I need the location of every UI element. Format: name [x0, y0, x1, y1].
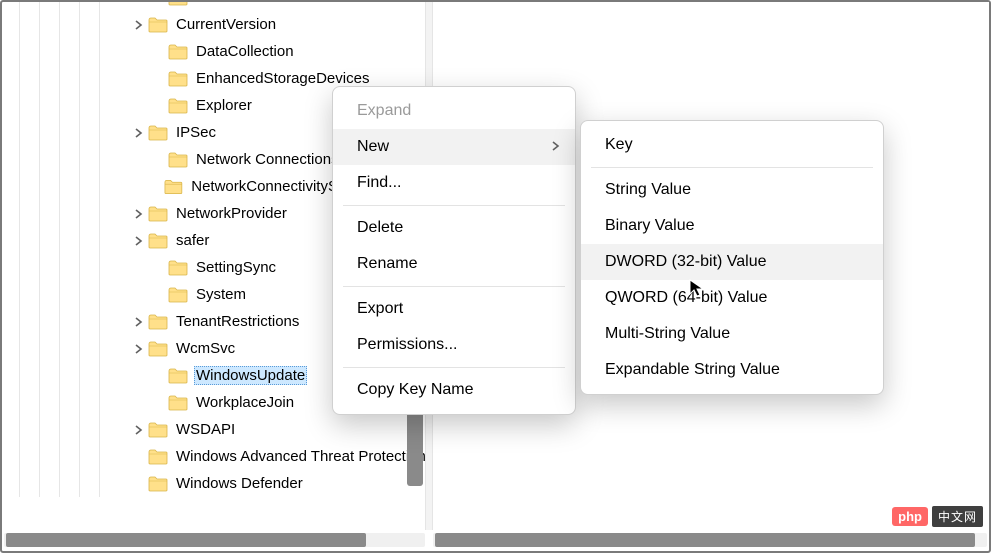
tree-item[interactable]: Windows Advanced Threat Protection [10, 443, 425, 470]
menu-item[interactable]: New [333, 129, 575, 165]
tree-horizontal-scrollbar[interactable] [4, 531, 425, 549]
menu-item-label: Expand [357, 102, 411, 120]
menu-item-label: New [357, 138, 389, 156]
menu-separator [343, 205, 565, 206]
submenu-item[interactable]: Binary Value [581, 208, 883, 244]
tree-item-label: safer [174, 231, 211, 250]
tree-vertical-scrollbar-thumb[interactable] [407, 410, 423, 486]
tree-item-label: Windows Defender [174, 474, 305, 493]
folder-icon [168, 395, 188, 411]
folder-icon [168, 368, 188, 384]
tree-item-label: BITS [194, 2, 231, 7]
submenu-item-label: Binary Value [605, 217, 695, 235]
horizontal-scrollbars [4, 531, 987, 549]
folder-icon [168, 2, 188, 6]
folder-icon [148, 422, 168, 438]
tree-item-label: WorkplaceJoin [194, 393, 296, 412]
context-menu[interactable]: Expand New Find... Delete Rename Export Permis… [332, 86, 576, 415]
watermark: php 中文网 [892, 506, 983, 527]
expander-icon[interactable] [130, 308, 148, 335]
submenu-item[interactable]: Multi-String Value [581, 316, 883, 352]
folder-icon [148, 17, 168, 33]
tree-item-label: NetworkProvider [174, 204, 289, 223]
menu-item-label: Delete [357, 219, 403, 237]
folder-icon [168, 44, 188, 60]
watermark-a: php [892, 507, 928, 526]
folder-icon [148, 449, 168, 465]
context-submenu-new[interactable]: Key String Value Binary Value DWORD (32-bit… [580, 120, 884, 395]
tree-item-label: IPSec [174, 123, 218, 142]
folder-icon [148, 341, 168, 357]
values-horizontal-scrollbar[interactable] [433, 531, 987, 549]
folder-icon [168, 260, 188, 276]
menu-item-label: Rename [357, 255, 417, 273]
tree-item-label: TenantRestrictions [174, 312, 301, 331]
tree-item[interactable]: CurrentVersion [10, 11, 425, 38]
menu-item[interactable]: Delete [333, 210, 575, 246]
folder-icon [168, 71, 188, 87]
menu-item-label: Export [357, 300, 403, 318]
menu-item-label: Permissions... [357, 336, 457, 354]
values-horizontal-scrollbar-thumb[interactable] [435, 533, 975, 547]
expander-icon[interactable] [130, 200, 148, 227]
tree-item-label: WcmSvc [174, 339, 237, 358]
watermark-b: 中文网 [932, 506, 983, 527]
submenu-item-label: DWORD (32-bit) Value [605, 253, 767, 271]
submenu-item[interactable]: Key [581, 127, 883, 163]
menu-item[interactable]: Find... [333, 165, 575, 201]
registry-editor-window: BITSCurrentVersionDataCollectionEnhanced… [0, 0, 991, 553]
expander-icon[interactable] [130, 335, 148, 362]
expander-icon[interactable] [130, 416, 148, 443]
submenu-item[interactable]: DWORD (32-bit) Value [581, 244, 883, 280]
tree-item-label: CurrentVersion [174, 15, 278, 34]
menu-item: Expand [333, 93, 575, 129]
tree-item-label: System [194, 285, 248, 304]
tree-item-label: WindowsUpdate [194, 366, 307, 385]
submenu-item[interactable]: String Value [581, 172, 883, 208]
folder-icon [148, 125, 168, 141]
tree-item[interactable]: WSDAPI [10, 416, 425, 443]
menu-item-label: Copy Key Name [357, 381, 474, 399]
tree-item[interactable]: BITS [10, 2, 425, 11]
expander-icon[interactable] [130, 119, 148, 146]
folder-icon [148, 233, 168, 249]
folder-icon [164, 179, 183, 195]
menu-item-label: Find... [357, 174, 401, 192]
submenu-item-label: Expandable String Value [605, 361, 780, 379]
chevron-right-icon [551, 138, 561, 156]
mouse-cursor-icon [688, 278, 708, 298]
submenu-item[interactable]: QWORD (64-bit) Value [581, 280, 883, 316]
tree-item-label: DataCollection [194, 42, 296, 61]
submenu-item-label: String Value [605, 181, 691, 199]
menu-item[interactable]: Rename [333, 246, 575, 282]
menu-item[interactable]: Export [333, 291, 575, 327]
menu-separator [343, 286, 565, 287]
tree-item-label: SettingSync [194, 258, 278, 277]
folder-icon [148, 476, 168, 492]
submenu-item-label: Key [605, 136, 633, 154]
folder-icon [168, 287, 188, 303]
menu-separator [591, 167, 873, 168]
expander-icon[interactable] [130, 11, 148, 38]
tree-item[interactable]: Windows Defender [10, 470, 425, 497]
submenu-item[interactable]: Expandable String Value [581, 352, 883, 388]
menu-separator [343, 367, 565, 368]
tree-item-label: Explorer [194, 96, 254, 115]
tree-item[interactable]: DataCollection [10, 38, 425, 65]
folder-icon [168, 98, 188, 114]
menu-item[interactable]: Copy Key Name [333, 372, 575, 408]
submenu-item-label: QWORD (64-bit) Value [605, 289, 767, 307]
tree-item-label: Network Connections [194, 150, 341, 169]
tree-item-label: WSDAPI [174, 420, 237, 439]
folder-icon [168, 152, 188, 168]
menu-item[interactable]: Permissions... [333, 327, 575, 363]
tree-item-label: Windows Advanced Threat Protection [174, 447, 425, 466]
tree-horizontal-scrollbar-thumb[interactable] [6, 533, 366, 547]
submenu-item-label: Multi-String Value [605, 325, 730, 343]
expander-icon[interactable] [130, 227, 148, 254]
folder-icon [148, 314, 168, 330]
folder-icon [148, 206, 168, 222]
